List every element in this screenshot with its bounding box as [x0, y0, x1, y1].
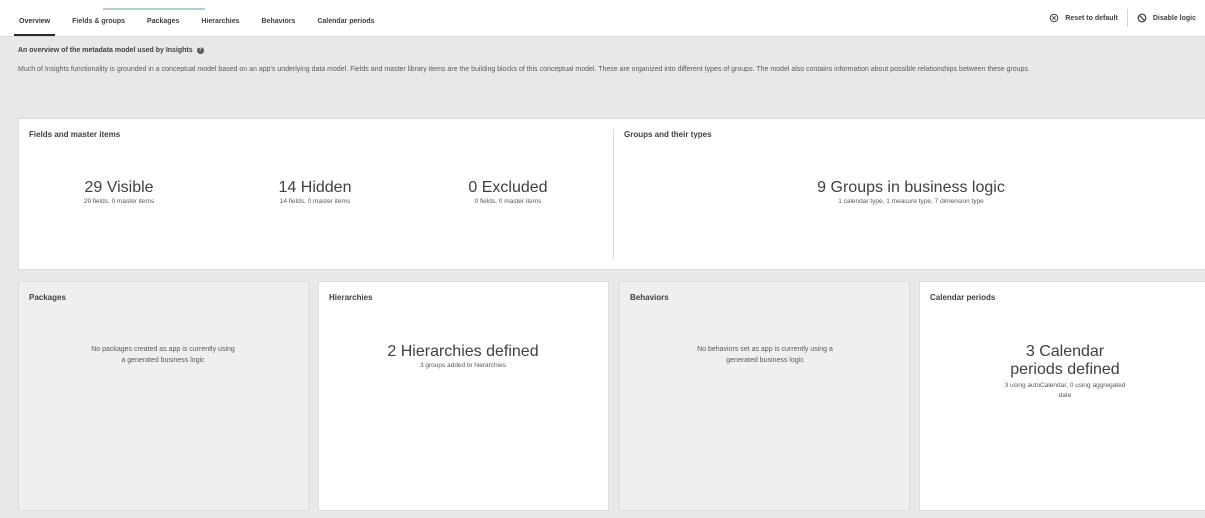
groups-card-title: Groups and their types — [624, 130, 712, 139]
behaviors-card-title: Behaviors — [630, 293, 669, 302]
hierarchies-stat: 2 Hierarchies defined 3 groups added to … — [363, 343, 563, 369]
reset-label: Reset to default — [1065, 14, 1118, 22]
intro-description: Much of Insights functionality is ground… — [18, 66, 1030, 73]
hidden-stat: 14 Hidden 14 fields, 0 master items — [255, 179, 375, 205]
tab-overview[interactable]: Overview — [8, 0, 61, 36]
calendar-periods-card: Calendar periods 3 Calendar periods defi… — [919, 281, 1205, 511]
disable-icon — [1137, 13, 1147, 23]
behaviors-card: Behaviors No behaviors set as app is cur… — [619, 281, 910, 511]
reset-icon — [1049, 13, 1059, 23]
tab-fields-groups[interactable]: Fields & groups — [61, 0, 136, 35]
fields-groups-card: Fields and master items 29 Visible 29 fi… — [18, 118, 1205, 270]
packages-message: No packages created as app is currently … — [91, 346, 235, 364]
excluded-stat: 0 Excluded 0 fields, 0 master items — [448, 179, 568, 205]
excluded-detail: 0 fields, 0 master items — [474, 198, 542, 205]
help-icon[interactable]: ? — [196, 47, 204, 54]
disable-logic-button[interactable]: Disable logic — [1128, 8, 1205, 28]
visible-detail: 29 fields, 0 master items — [83, 198, 155, 205]
calendar-count: 3 Calendar periods defined — [1010, 343, 1120, 378]
disable-logic-label: Disable logic — [1152, 14, 1196, 22]
hierarchies-card-title: Hierarchies — [329, 293, 373, 302]
hidden-count: 14 Hidden — [278, 179, 352, 196]
packages-card: Packages No packages created as app is c… — [18, 281, 309, 511]
calendar-stat: 3 Calendar periods defined 3 using autoC… — [998, 343, 1132, 401]
hierarchies-count: 2 Hierarchies defined — [387, 343, 539, 360]
visible-count: 29 Visible — [84, 179, 154, 196]
groups-count: 9 Groups in business logic — [817, 179, 1005, 196]
groups-detail: 1 calendar type, 1 measure type, 7 dimen… — [838, 198, 984, 205]
tab-bar: Overview Fields & groups Packages Hierar… — [8, 0, 386, 36]
hierarchies-detail: 3 groups added to hierarchies — [419, 362, 506, 369]
toolbar-actions: Reset to default Disable logic — [1040, 0, 1205, 36]
tab-packages[interactable]: Packages — [136, 0, 190, 35]
fields-card-title: Fields and master items — [29, 130, 121, 139]
tab-hierarchies[interactable]: Hierarchies — [190, 0, 250, 35]
intro-title-text: An overview of the metadata model used b… — [18, 47, 193, 54]
hidden-detail: 14 fields, 0 master items — [279, 198, 351, 205]
tab-calendar-periods[interactable]: Calendar periods — [306, 0, 385, 35]
hierarchies-card: Hierarchies 2 Hierarchies defined 3 grou… — [318, 281, 609, 511]
intro-title: An overview of the metadata model used b… — [18, 47, 204, 54]
excluded-count: 0 Excluded — [468, 179, 548, 196]
card-divider — [613, 129, 614, 259]
tab-behaviors[interactable]: Behaviors — [251, 0, 307, 35]
groups-stat: 9 Groups in business logic 1 calendar ty… — [791, 179, 1031, 205]
calendar-card-title: Calendar periods — [930, 293, 996, 302]
top-bar: Overview Fields & groups Packages Hierar… — [0, 0, 1205, 37]
behaviors-message: No behaviors set as app is currently usi… — [697, 346, 833, 364]
packages-card-title: Packages — [29, 293, 66, 302]
reset-to-default-button[interactable]: Reset to default — [1040, 8, 1127, 28]
calendar-detail: 3 using autoCalendar, 0 using aggregated… — [1004, 382, 1126, 399]
visible-stat: 29 Visible 29 fields, 0 master items — [59, 179, 179, 205]
